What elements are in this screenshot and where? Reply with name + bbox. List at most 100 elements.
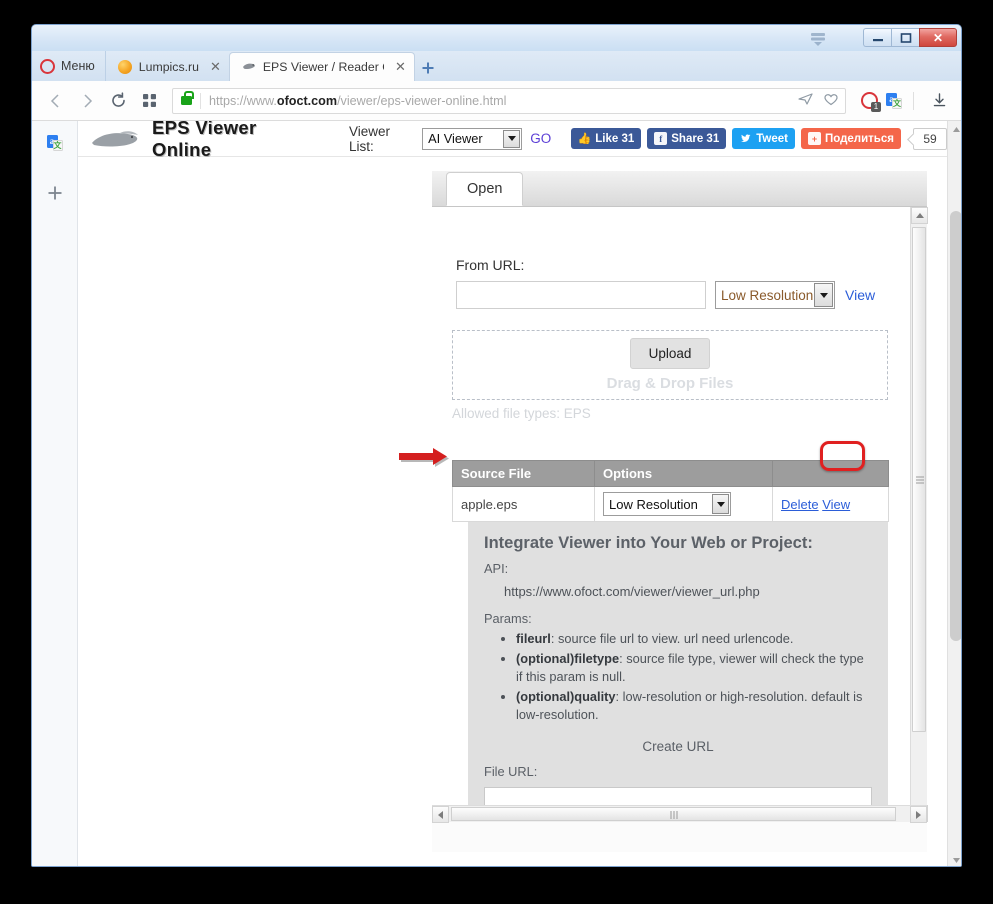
- view-link-top[interactable]: View: [845, 287, 875, 303]
- window-menu-icon[interactable]: [809, 30, 827, 48]
- annotation-highlight-circle: [820, 441, 865, 471]
- delete-link[interactable]: Delete: [781, 497, 819, 512]
- param-name: (optional)filetype: [516, 650, 620, 666]
- list-item: (optional)filetype: source file type, vi…: [516, 650, 872, 687]
- page-vertical-scroll-thumb[interactable]: [950, 211, 961, 641]
- tab-title: Lumpics.ru: [138, 60, 199, 74]
- viewer-vertical-scrollbar[interactable]: [910, 207, 928, 822]
- social-buttons: 👍 Like 31 f Share 31 Tweet + Поделиться …: [571, 127, 947, 150]
- page-body: Open From URL: Low Resolution View Uploa…: [78, 157, 947, 866]
- tab-close-icon[interactable]: ✕: [210, 59, 221, 75]
- chevron-down-icon: [503, 129, 521, 148]
- maximize-button[interactable]: [891, 28, 919, 47]
- tab-close-icon[interactable]: ✕: [395, 59, 406, 75]
- resolution-value: Low Resolution: [721, 287, 814, 303]
- viewer-horizontal-scrollbar[interactable]: [432, 805, 927, 823]
- thumbs-up-icon: 👍: [577, 133, 592, 145]
- url-prefix: https://www.: [209, 93, 277, 108]
- allowed-file-types: Allowed file types: EPS: [452, 406, 591, 421]
- param-desc: : source file url to view. url need urle…: [550, 631, 794, 646]
- list-item: fileurl: source file url to view. url ne…: [516, 630, 872, 649]
- tab-open[interactable]: Open: [446, 172, 524, 206]
- scroll-right-icon[interactable]: [910, 806, 927, 823]
- opera-menu-button[interactable]: Меню: [32, 51, 106, 81]
- speed-dial-button[interactable]: [135, 87, 163, 115]
- forward-button[interactable]: [73, 87, 101, 115]
- translate-letter-cjk: 文: [52, 140, 63, 151]
- drag-drop-hint: Drag & Drop Files: [606, 375, 734, 392]
- scroll-up-icon[interactable]: [911, 207, 928, 224]
- heart-icon[interactable]: [823, 92, 839, 109]
- url-domain: ofoct.com: [276, 93, 338, 108]
- opera-menu-label: Меню: [61, 59, 95, 73]
- view-link[interactable]: View: [822, 497, 850, 512]
- vk-plus-icon: +: [807, 132, 821, 145]
- viewer-list-select[interactable]: AI Viewer: [422, 127, 523, 150]
- download-icon[interactable]: [925, 87, 953, 115]
- from-url-row: Low Resolution View: [456, 281, 875, 309]
- share-count-badge: 59: [913, 127, 947, 150]
- page-scroll-up-icon[interactable]: [948, 121, 961, 137]
- facebook-f-icon: f: [654, 132, 668, 145]
- content-region: a 文: [32, 121, 961, 866]
- viewer-horizontal-scroll-thumb[interactable]: [451, 807, 896, 821]
- page-scroll-down-icon[interactable]: [948, 852, 961, 866]
- tab-lumpics[interactable]: Lumpics.ru ✕: [106, 53, 229, 81]
- list-item: (optional)quality: low-resolution or hig…: [516, 688, 872, 725]
- close-icon: ✕: [932, 30, 944, 45]
- facebook-share-button[interactable]: f Share 31: [647, 128, 727, 149]
- minimize-button[interactable]: [863, 28, 891, 47]
- navigation-bar: https://www.ofoct.com/viewer/eps-viewer-…: [32, 81, 961, 121]
- param-name: (optional)quality: [516, 688, 616, 704]
- vk-share-label: Поделиться: [824, 132, 894, 145]
- toolbar-divider: [913, 91, 914, 110]
- page-vertical-scrollbar[interactable]: [947, 121, 961, 866]
- vk-share-button[interactable]: + Поделиться: [800, 128, 901, 149]
- table-row: apple.eps Low Resolution Delete View: [452, 486, 889, 522]
- url-text: https://www.ofoct.com/viewer/eps-viewer-…: [209, 94, 506, 108]
- facebook-share-label: Share 31: [671, 132, 720, 145]
- opera-logo-icon: [40, 58, 55, 74]
- address-bar[interactable]: https://www.ofoct.com/viewer/eps-viewer-…: [172, 87, 846, 114]
- facebook-like-button[interactable]: 👍 Like 31: [571, 128, 642, 149]
- create-url-heading: Create URL: [642, 738, 714, 754]
- viewer-tab-content: From URL: Low Resolution View Upload Dra…: [432, 207, 910, 822]
- reload-button[interactable]: [104, 87, 132, 115]
- from-url-input[interactable]: [456, 281, 706, 309]
- translate-extension-icon[interactable]: a 文: [886, 92, 902, 109]
- new-tab-button[interactable]: [415, 55, 441, 81]
- twitter-tweet-button[interactable]: Tweet: [732, 128, 795, 149]
- tab-eps-viewer[interactable]: EPS Viewer / Reader Onlin ✕: [228, 52, 415, 81]
- scroll-left-icon[interactable]: [432, 806, 449, 823]
- source-file-table: Source File Options apple.eps Low Resolu…: [452, 460, 889, 522]
- param-name: fileurl: [516, 631, 551, 646]
- translate-extension-icon: a 文: [46, 135, 63, 151]
- padlock-icon: [181, 91, 194, 105]
- extensions-area: 1 a 文: [855, 87, 953, 115]
- drag-drop-zone[interactable]: Upload Drag & Drop Files: [452, 330, 888, 400]
- viewer-vertical-scroll-thumb[interactable]: [912, 227, 926, 732]
- upload-button[interactable]: Upload: [629, 338, 711, 369]
- viewer-list-value: AI Viewer: [428, 131, 483, 146]
- eps-viewer-widget: Open From URL: Low Resolution View Uploa…: [432, 171, 928, 852]
- sidebar-item-add-panel[interactable]: [41, 179, 69, 207]
- web-page-viewport: EPS Viewer Online Viewer List: AI Viewer…: [78, 121, 961, 866]
- close-button[interactable]: ✕: [919, 28, 957, 47]
- integrate-heading: Integrate Viewer into Your Web or Projec…: [484, 534, 813, 552]
- go-link[interactable]: GO: [530, 131, 551, 146]
- page-title: EPS Viewer Online: [152, 121, 257, 160]
- facebook-like-label: Like 31: [595, 132, 635, 145]
- resolution-select-top[interactable]: Low Resolution: [715, 281, 835, 309]
- window-controls: ✕: [863, 28, 957, 47]
- opera-extension-icon[interactable]: 1: [861, 92, 881, 112]
- row-resolution-select[interactable]: Low Resolution: [603, 492, 731, 516]
- bird-logo-icon: [90, 128, 144, 150]
- paper-plane-icon[interactable]: [798, 92, 814, 109]
- sidebar-item-translate[interactable]: a 文: [41, 129, 69, 157]
- url-path: /viewer/eps-viewer-online.html: [337, 93, 507, 108]
- site-header: EPS Viewer Online Viewer List: AI Viewer…: [78, 121, 947, 160]
- api-url-text: https://www.ofoct.com/viewer/viewer_url.…: [504, 584, 760, 599]
- api-label: API:: [484, 561, 509, 576]
- back-button[interactable]: [42, 87, 70, 115]
- globe-icon: [117, 60, 132, 74]
